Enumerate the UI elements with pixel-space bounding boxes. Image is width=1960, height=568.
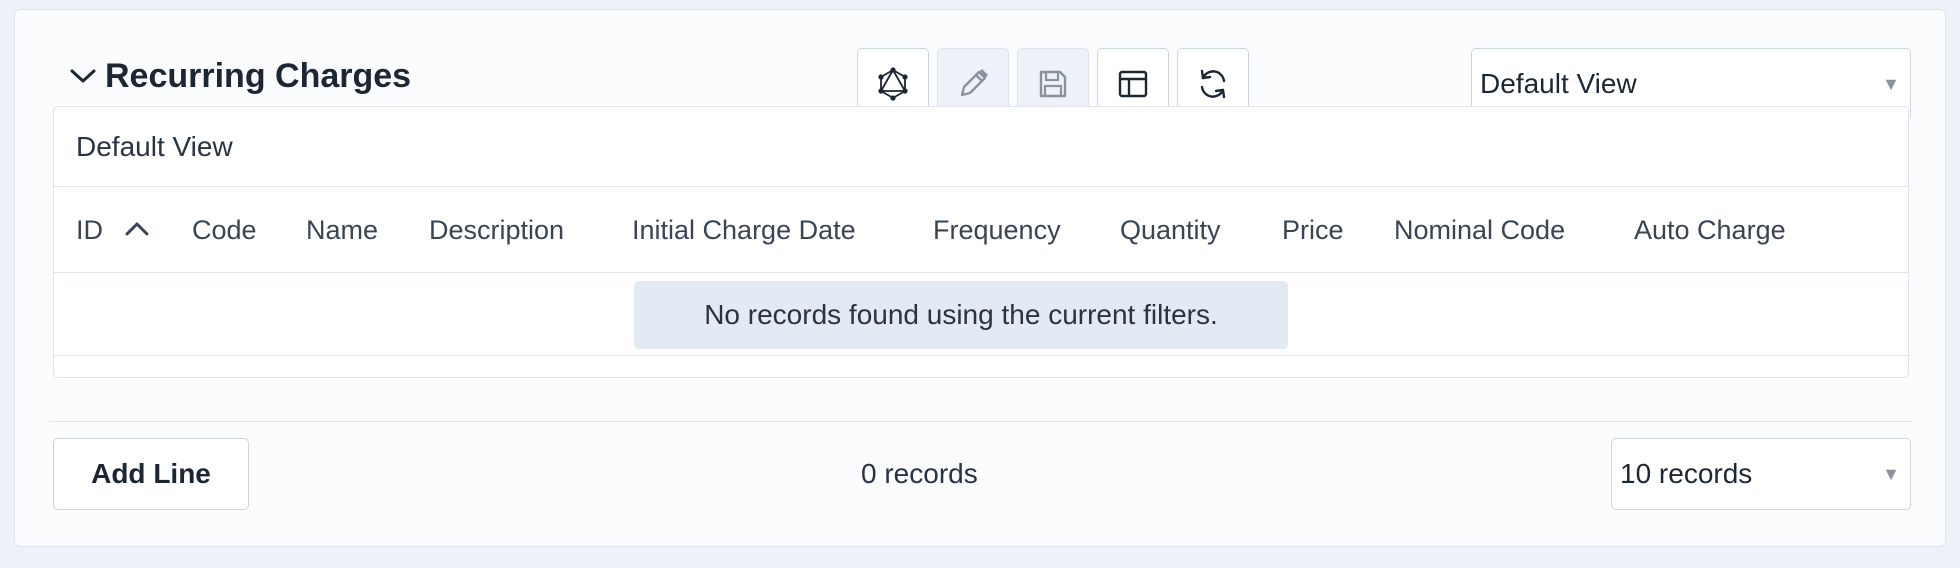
collapse-toggle[interactable]	[53, 46, 113, 106]
recurring-charges-panel: Recurring Charges Default View ▼ Default…	[14, 9, 1946, 547]
layout-icon	[1118, 70, 1148, 98]
column-header-nominal-code[interactable]: Nominal Code	[1394, 187, 1565, 273]
footer-divider	[49, 421, 1913, 422]
records-grid: Default View ID Code Name Description In…	[53, 106, 1909, 378]
grid-footer-divider	[54, 355, 1908, 356]
view-select-value: Default View	[1480, 68, 1637, 99]
refresh-icon	[1200, 69, 1226, 99]
page-size-select[interactable]: 10 records ▼	[1611, 438, 1911, 510]
pencil-icon	[960, 69, 988, 97]
chevron-down-icon	[70, 69, 96, 83]
column-header-auto-charge[interactable]: Auto Charge	[1634, 187, 1786, 273]
column-header-name[interactable]: Name	[306, 187, 378, 273]
section-title: Recurring Charges	[105, 57, 412, 95]
column-header-id[interactable]: ID	[76, 187, 103, 273]
sort-ascending-icon[interactable]	[122, 217, 152, 246]
records-count: 0 records	[861, 458, 978, 489]
column-header-quantity[interactable]: Quantity	[1120, 187, 1221, 273]
column-header-code[interactable]: Code	[192, 187, 257, 273]
add-line-button[interactable]: Add Line	[53, 438, 249, 510]
empty-state-message: No records found using the current filte…	[634, 281, 1288, 349]
column-header-description[interactable]: Description	[429, 187, 564, 273]
column-header-price[interactable]: Price	[1282, 187, 1344, 273]
grid-header-row: ID Code Name Description Initial Charge …	[54, 187, 1908, 273]
column-header-frequency[interactable]: Frequency	[933, 187, 1061, 273]
graphql-icon	[878, 67, 908, 101]
save-icon	[1039, 70, 1067, 98]
page-size-value: 10 records	[1620, 458, 1753, 489]
grid-view-title: Default View	[54, 107, 1908, 187]
dropdown-arrow-icon: ▼	[1882, 464, 1900, 484]
column-header-initial-charge-date[interactable]: Initial Charge Date	[632, 187, 856, 273]
